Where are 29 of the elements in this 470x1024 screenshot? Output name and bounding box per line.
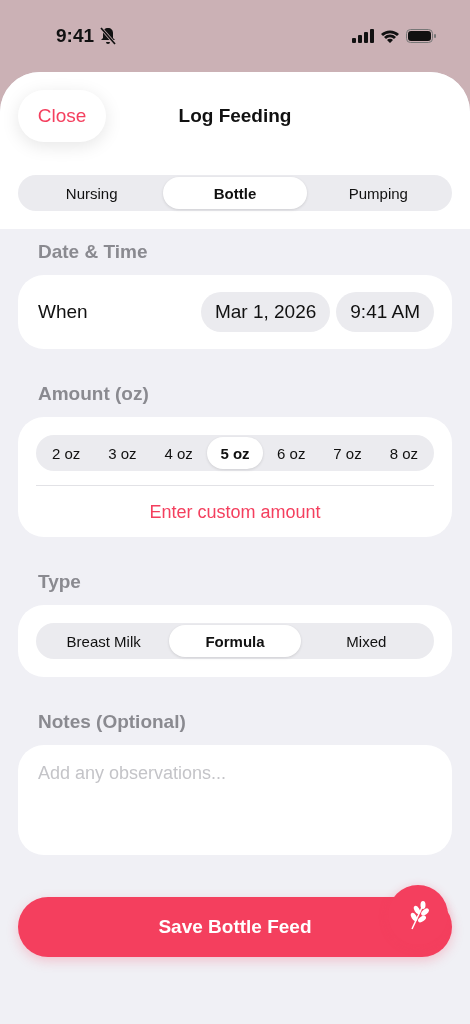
notes-field[interactable]: Add any observations... bbox=[18, 745, 452, 855]
amount-option[interactable]: 7 oz bbox=[319, 437, 376, 469]
type-option[interactable]: Mixed bbox=[300, 625, 432, 657]
time-picker[interactable]: 9:41 AM bbox=[336, 292, 434, 332]
amount-option[interactable]: 3 oz bbox=[94, 437, 151, 469]
mode-tab[interactable]: Bottle bbox=[163, 177, 307, 209]
close-button[interactable]: Close bbox=[18, 90, 106, 142]
save-button[interactable]: Save Bottle Feed bbox=[18, 897, 452, 957]
type-option[interactable]: Breast Milk bbox=[38, 625, 170, 657]
status-time: 9:41 bbox=[56, 25, 95, 47]
signal-icon bbox=[352, 29, 374, 43]
amount-option[interactable]: 5 oz bbox=[206, 437, 264, 469]
date-picker[interactable]: Mar 1, 2026 bbox=[200, 292, 331, 332]
section-heading: Type bbox=[38, 571, 82, 593]
sheet-title: Log Feeding bbox=[178, 105, 292, 127]
amount-option[interactable]: 2 oz bbox=[38, 437, 95, 469]
section-heading: Amount (oz) bbox=[38, 383, 150, 405]
wifi-icon bbox=[380, 29, 400, 43]
mode-tab[interactable]: Pumping bbox=[306, 177, 450, 209]
amount-option[interactable]: 4 oz bbox=[150, 437, 207, 469]
amount-option[interactable]: 6 oz bbox=[263, 437, 320, 469]
type-option[interactable]: Formula bbox=[169, 625, 301, 657]
mode-tab[interactable]: Nursing bbox=[20, 177, 164, 209]
section-heading: Date & Time bbox=[38, 241, 149, 263]
when-label: When bbox=[38, 301, 89, 323]
battery-icon bbox=[406, 29, 436, 43]
custom-amount-link[interactable]: Enter custom amount bbox=[36, 486, 434, 537]
amount-option[interactable]: 8 oz bbox=[375, 437, 432, 469]
section-heading: Notes (Optional) bbox=[38, 711, 187, 733]
